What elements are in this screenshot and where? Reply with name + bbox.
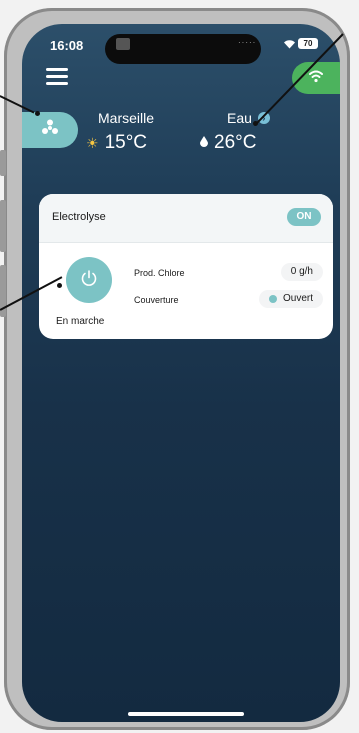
card-header: Electrolyse ON	[39, 194, 333, 243]
wifi-status-icon	[283, 38, 296, 52]
status-time: 16:08	[50, 38, 84, 53]
fan-icon	[40, 118, 60, 143]
home-indicator[interactable]	[128, 712, 244, 716]
chlorine-production-text: 0 g/h	[290, 266, 313, 277]
card-title: Electrolyse	[52, 211, 106, 223]
water-label: Eau	[227, 110, 252, 126]
electrolyse-card: Electrolyse ON En marche Prod. Chlore 0 …	[39, 194, 333, 339]
city-name: Marseille	[98, 110, 155, 126]
camera-app-icon	[116, 38, 130, 50]
callout-dot-water	[253, 121, 258, 126]
air-temperature-value: 15°C	[104, 132, 148, 153]
device-select-button[interactable]	[22, 112, 78, 148]
water-drop-icon	[200, 136, 208, 150]
cover-status-text: Ouvert	[282, 293, 313, 304]
wifi-icon	[308, 69, 324, 88]
power-icon	[79, 268, 99, 293]
water-temperature-value: 26°C	[214, 132, 257, 153]
electrolyse-state: En marche	[56, 316, 105, 327]
water-temperature: 26°C	[200, 132, 256, 154]
chlorine-production-label: Prod. Chlore	[134, 268, 185, 278]
callout-dot-device	[35, 111, 40, 116]
water-label-group[interactable]: Eau ›	[227, 110, 270, 126]
callout-dot-power	[57, 283, 62, 288]
battery-indicator: 70	[298, 38, 318, 49]
electrolyse-toggle[interactable]: ON	[287, 208, 321, 226]
power-button[interactable]	[66, 257, 112, 303]
cover-label: Couverture	[134, 295, 179, 305]
cover-status-value: Ouvert	[258, 290, 323, 308]
mute-switch	[0, 150, 6, 176]
sun-icon: ☀	[86, 134, 99, 151]
chlorine-production-value: 0 g/h	[280, 263, 323, 281]
signal-dots: ·····	[238, 38, 257, 47]
volume-up-button	[0, 200, 6, 252]
air-temperature: ☀ 15°C	[86, 132, 147, 154]
status-bar: 16:08 ····· 70	[22, 32, 340, 64]
cover-status-dot	[268, 295, 277, 303]
hamburger-menu-icon[interactable]	[46, 68, 68, 86]
app-screen: 16:08 ····· 70 Marseille ☀ 15°C Eau › 26…	[22, 24, 340, 722]
